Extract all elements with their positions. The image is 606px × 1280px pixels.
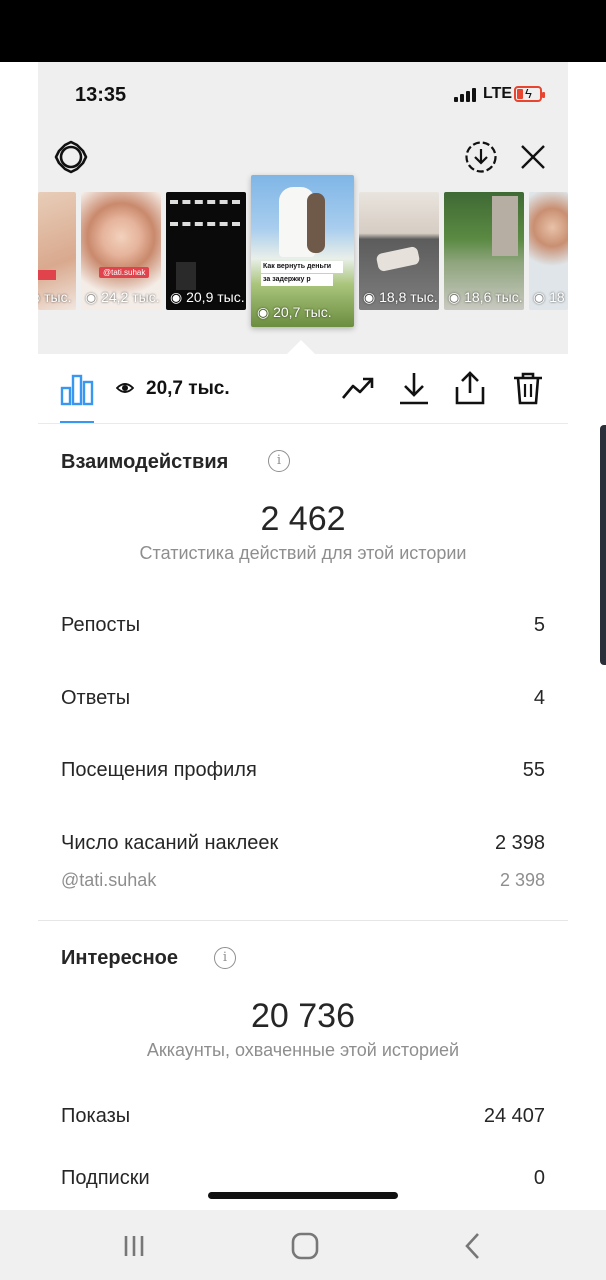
download-icon[interactable] (396, 370, 432, 406)
stat-label: Посещения профиля (61, 759, 257, 781)
story-views: ◉ 18,8 тыс. (363, 289, 438, 305)
stat-sublabel: @tati.suhak (61, 870, 157, 890)
story-header: 13:35 LTE ϟ ◉ тыс. (38, 62, 568, 354)
gear-icon[interactable] (54, 140, 88, 174)
story-thumbnail[interactable]: ◉ 18 (529, 192, 568, 310)
stat-row-impressions: Показы 24 407 (61, 1105, 545, 1128)
story-caption: за задержку р (261, 274, 333, 287)
story-views: ◉ 18 (533, 289, 565, 305)
network-label: LTE (483, 85, 513, 102)
stat-value: 2 398 (494, 832, 545, 854)
story-views: ◉ 20,7 тыс. (257, 304, 332, 320)
stat-subvalue: 2 398 (499, 870, 545, 890)
story-views: ◉ тыс. (38, 289, 72, 305)
circle-download-icon[interactable] (464, 140, 498, 174)
status-time: 13:35 (75, 84, 127, 106)
stat-row-reposts: Репосты 5 (61, 614, 545, 637)
discovery-total: 20 736 (251, 997, 355, 1035)
android-nav-bar (0, 1210, 606, 1280)
story-thumbnail[interactable]: ◉ 20,9 тыс. (166, 192, 246, 310)
interactions-title: Взаимодействия (61, 451, 229, 473)
insights-icon[interactable] (60, 372, 94, 406)
trash-icon[interactable] (510, 370, 546, 406)
stat-row-profile-visits: Посещения профиля 55 (61, 759, 545, 782)
story-views: ◉ 20,9 тыс. (170, 289, 245, 305)
stat-value: 4 (533, 687, 545, 709)
view-count: 20,7 тыс. (146, 378, 230, 399)
stat-value: 24 407 (483, 1105, 545, 1127)
stat-label: Репосты (61, 614, 141, 636)
stat-subrow-mention: @tati.suhak 2 398 (61, 870, 545, 891)
active-story-pointer (287, 340, 315, 354)
story-thumbnail[interactable]: ◉ 18,6 тыс. (444, 192, 524, 310)
stat-label: Показы (61, 1105, 131, 1127)
stat-label: Число касаний наклеек (61, 832, 279, 854)
interactions-total: 2 462 (260, 500, 346, 538)
story-views: ◉ 18,6 тыс. (448, 289, 523, 305)
top-bezel (0, 0, 606, 62)
eye-icon (116, 383, 134, 393)
share-icon[interactable] (452, 370, 488, 406)
stat-row-sticker-taps: Число касаний наклеек 2 398 (61, 832, 545, 855)
signal-icon (454, 88, 476, 102)
stat-row-follows: Подписки 0 (61, 1167, 545, 1190)
story-strip: ◉ тыс. @tati.suhak ◉ 24,2 тыс. ◉ 20,9 ты… (38, 175, 568, 352)
story-thumbnail[interactable]: ◉ 18,8 тыс. (359, 192, 439, 310)
story-toolbar: 20,7 тыс. (38, 354, 568, 424)
back-icon[interactable] (458, 1230, 490, 1262)
edge-panel-handle[interactable] (600, 425, 606, 665)
story-thumbnail[interactable]: ◉ тыс. (38, 192, 76, 310)
stat-label: Ответы (61, 687, 131, 709)
story-thumbnail[interactable]: @tati.suhak ◉ 24,2 тыс. (81, 192, 161, 310)
info-icon[interactable]: i (268, 450, 290, 472)
stat-value: 0 (533, 1167, 545, 1189)
section-divider (38, 920, 568, 921)
recent-apps-icon[interactable] (118, 1230, 150, 1262)
promote-trend-icon[interactable] (340, 370, 376, 406)
info-icon[interactable]: i (214, 947, 236, 969)
battery-icon: ϟ (514, 86, 545, 102)
stat-value: 5 (533, 614, 545, 636)
home-icon[interactable] (289, 1230, 321, 1262)
story-caption: Как вернуть деньги (261, 261, 343, 274)
stat-row-replies: Ответы 4 (61, 687, 545, 710)
close-icon[interactable] (518, 142, 548, 172)
home-indicator[interactable] (208, 1192, 398, 1199)
story-mention-tag: @tati.suhak (99, 267, 150, 278)
story-thumbnail-active[interactable]: Как вернуть деньги за задержку р ◉ 20,7 … (251, 175, 354, 327)
interactions-subtitle: Статистика действий для этой истории (139, 543, 467, 563)
discovery-title: Интересное (61, 947, 178, 969)
story-views: ◉ 24,2 тыс. (85, 289, 160, 305)
active-tab-indicator (60, 421, 94, 423)
discovery-subtitle: Аккаунты, охваченные этой историей (146, 1040, 460, 1060)
stat-value: 55 (522, 759, 545, 781)
stat-label: Подписки (61, 1167, 150, 1189)
phone-screen: 13:35 LTE ϟ ◉ тыс. (38, 62, 568, 1210)
